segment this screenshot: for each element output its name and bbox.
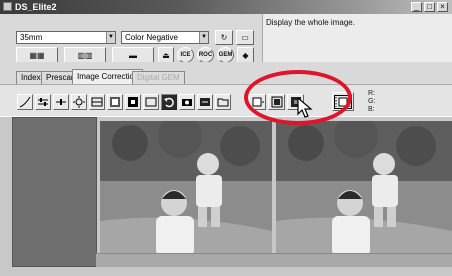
film-strip-icon: ▥▥	[77, 50, 93, 60]
status-message: Display the whole image.	[266, 18, 355, 27]
monitor-icon: ▭	[241, 33, 249, 42]
preferences-button[interactable]: ▭	[236, 30, 254, 45]
variation-button[interactable]	[107, 94, 123, 110]
camera-button[interactable]	[179, 94, 195, 110]
red-readout: R:	[368, 90, 375, 97]
rotate-icon: ↻	[220, 33, 228, 42]
tone-curve-button[interactable]	[17, 94, 33, 110]
undo-button[interactable]	[161, 94, 177, 110]
brightness-button[interactable]	[53, 94, 69, 110]
close-button[interactable]: ×	[437, 2, 448, 12]
gem-button[interactable]: GEM	[217, 47, 234, 63]
tab-digital-gem[interactable]: Digital GEM	[132, 71, 185, 84]
levels-button[interactable]	[35, 94, 51, 110]
thumbnail-panel	[12, 117, 97, 267]
compare-button[interactable]	[143, 94, 159, 110]
before-image[interactable]	[100, 121, 272, 267]
hue-button[interactable]	[89, 94, 105, 110]
status-panel: Display the whole image.	[262, 14, 452, 62]
scanner-icon: ▬	[129, 50, 137, 60]
photo-children-after	[276, 121, 452, 267]
minimize-button[interactable]: _	[411, 2, 422, 12]
green-readout: G:	[368, 98, 376, 105]
index-scan-button[interactable]: ▦▦	[16, 47, 58, 63]
chevron-down-icon: ▼	[199, 32, 208, 43]
reset-icon	[200, 98, 210, 106]
reset-button[interactable]	[197, 94, 213, 110]
maximize-button[interactable]: □	[424, 2, 435, 12]
slider-icon	[56, 99, 66, 105]
prescan-button[interactable]: ▥▥	[64, 47, 106, 63]
frame-icon	[128, 97, 138, 107]
scan-button[interactable]: ▬	[112, 47, 154, 63]
film-type-select[interactable]: Color Negative ▼	[121, 31, 209, 44]
roc-icon: ROC	[198, 52, 213, 58]
camera-icon	[182, 99, 192, 106]
film-size-select[interactable]: 35mm ▼	[16, 31, 116, 44]
window-title: DS_Elite2	[15, 2, 57, 12]
eject-button[interactable]: ⏏	[158, 47, 174, 63]
color-balance-button[interactable]	[71, 94, 87, 110]
ice-icon: ICE	[180, 52, 191, 58]
frame-icon	[145, 97, 157, 107]
ice-button[interactable]: ICE	[177, 47, 194, 63]
correction-toolbar: R: G: B:	[0, 84, 452, 116]
mouse-pointer-icon	[297, 97, 313, 118]
image-bottom-strip	[96, 253, 452, 267]
undo-icon	[164, 97, 174, 108]
slider-icon	[38, 98, 48, 106]
app-icon	[3, 2, 12, 11]
sun-icon	[73, 96, 85, 108]
photo-children-before	[100, 121, 272, 267]
snapshot-button[interactable]	[125, 94, 141, 110]
grid-icon	[110, 97, 120, 107]
diamond-icon: ◆	[242, 50, 249, 60]
save-settings-button[interactable]	[215, 94, 231, 110]
gem-icon: GEM	[218, 52, 233, 58]
rotate-button[interactable]: ↻	[215, 30, 233, 45]
chevron-down-icon: ▼	[106, 32, 115, 43]
palette-icon	[91, 97, 103, 107]
auto-correct-button[interactable]: ◆	[237, 47, 254, 63]
blue-readout: B:	[368, 106, 375, 113]
tab-bar: Index Prescan Image Correction Digital G…	[0, 62, 452, 84]
curve-icon	[19, 96, 31, 108]
title-bar[interactable]: DS_Elite2 _ □ ×	[0, 0, 452, 14]
eject-icon: ⏏	[162, 50, 170, 60]
after-image[interactable]	[276, 121, 452, 267]
film-size-value: 35mm	[20, 33, 43, 42]
folder-icon	[217, 98, 229, 107]
film-frames-icon: ▦▦	[29, 50, 45, 60]
film-type-value: Color Negative	[125, 33, 178, 42]
roc-button[interactable]: ROC	[197, 47, 214, 63]
